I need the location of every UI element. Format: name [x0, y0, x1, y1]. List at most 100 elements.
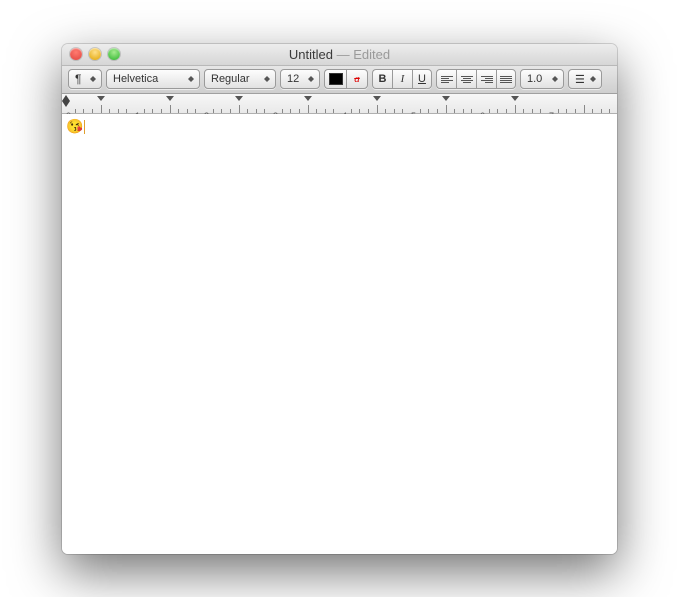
updown-icon — [89, 73, 97, 85]
ruler-tick — [402, 109, 403, 113]
minimize-button[interactable] — [89, 48, 101, 60]
ruler-tick — [144, 109, 145, 113]
updown-icon — [187, 73, 195, 85]
ruler-tick — [592, 109, 593, 113]
styles-dropdown[interactable]: ¶ — [68, 69, 102, 89]
ruler-tick — [566, 109, 567, 113]
ruler-tick — [170, 105, 171, 113]
ruler-tick — [75, 109, 76, 113]
ruler-tick — [308, 105, 309, 113]
tab-stop-marker[interactable] — [166, 96, 174, 101]
ruler-tick — [256, 109, 257, 113]
ruler-tick — [532, 109, 533, 113]
text-cursor — [84, 120, 85, 134]
ruler-tick — [558, 109, 559, 113]
text-color-button[interactable] — [324, 69, 346, 89]
ruler-tick — [489, 109, 490, 113]
document-area[interactable]: 😘 — [62, 114, 617, 554]
ruler-tick — [101, 105, 102, 113]
tab-stop-marker[interactable] — [304, 96, 312, 101]
ruler-tick — [515, 105, 516, 113]
zoom-button[interactable] — [108, 48, 120, 60]
ruler-tick — [454, 109, 455, 113]
align-center-button[interactable] — [456, 69, 476, 89]
font-size-value: 12 — [287, 73, 299, 85]
font-style-value: Regular — [211, 73, 250, 85]
highlight-color-button[interactable]: a — [346, 69, 368, 89]
align-justify-button[interactable] — [496, 69, 516, 89]
ruler-tick — [420, 109, 421, 113]
ruler-tick — [299, 109, 300, 113]
tab-stop-marker[interactable] — [442, 96, 450, 101]
tab-stop-marker[interactable] — [511, 96, 519, 101]
align-right-icon — [481, 76, 493, 83]
ruler-tick — [282, 109, 283, 113]
window-controls — [62, 48, 120, 60]
ruler-tick — [351, 109, 352, 113]
bold-button[interactable]: B — [372, 69, 392, 89]
ruler-tick — [152, 109, 153, 113]
font-style-dropdown[interactable]: Regular — [204, 69, 276, 89]
line-spacing-dropdown[interactable]: 1.0 — [520, 69, 564, 89]
updown-icon — [307, 73, 315, 85]
titlebar[interactable]: Untitled — Edited — [62, 44, 617, 66]
ruler-tick — [92, 109, 93, 113]
edited-indicator: — Edited — [333, 47, 390, 62]
ruler-tick — [316, 109, 317, 113]
window-title: Untitled — Edited — [62, 47, 617, 62]
text-content: 😘 — [66, 118, 83, 134]
color-group: a — [324, 69, 368, 89]
ruler-tick — [471, 109, 472, 113]
ruler-tick — [239, 105, 240, 113]
ruler-tick — [609, 109, 610, 113]
ruler-tick — [195, 109, 196, 113]
ruler-tick — [247, 109, 248, 113]
ruler-tick — [83, 109, 84, 113]
alignment-group — [436, 69, 516, 89]
ruler-tick — [584, 105, 585, 113]
font-family-value: Helvetica — [113, 73, 158, 85]
ruler-tick — [368, 109, 369, 113]
list-icon: ☰ — [575, 73, 585, 86]
font-family-dropdown[interactable]: Helvetica — [106, 69, 200, 89]
left-margin-marker[interactable] — [62, 95, 70, 101]
ruler-tick — [109, 109, 110, 113]
ruler-tick — [497, 109, 498, 113]
ruler-tick — [359, 109, 360, 113]
ruler-tick — [540, 109, 541, 113]
paragraph-icon: ¶ — [75, 72, 81, 86]
italic-label: I — [401, 73, 405, 85]
ruler-tick — [325, 109, 326, 113]
bold-label: B — [379, 73, 387, 85]
highlight-icon: a — [354, 73, 360, 85]
ruler[interactable]: 01234567 — [62, 94, 617, 114]
ruler-tick — [178, 109, 179, 113]
list-dropdown[interactable]: ☰ — [568, 69, 602, 89]
ruler-tick — [187, 109, 188, 113]
tab-stop-marker[interactable] — [235, 96, 243, 101]
align-left-button[interactable] — [436, 69, 456, 89]
document-name: Untitled — [289, 47, 333, 62]
ruler-tick — [394, 109, 395, 113]
ruler-tick — [446, 105, 447, 113]
tab-stop-marker[interactable] — [97, 96, 105, 101]
underline-button[interactable]: U — [412, 69, 432, 89]
ruler-tick — [126, 109, 127, 113]
close-button[interactable] — [70, 48, 82, 60]
ruler-tick — [377, 105, 378, 113]
italic-button[interactable]: I — [392, 69, 412, 89]
ruler-tick — [428, 109, 429, 113]
ruler-tick — [221, 109, 222, 113]
underline-label: U — [418, 73, 426, 85]
ruler-tick — [118, 109, 119, 113]
tab-stop-marker[interactable] — [373, 96, 381, 101]
line-spacing-value: 1.0 — [527, 73, 542, 85]
font-size-dropdown[interactable]: 12 — [280, 69, 320, 89]
align-right-button[interactable] — [476, 69, 496, 89]
ruler-tick — [463, 109, 464, 113]
align-justify-icon — [500, 76, 512, 83]
ruler-tick — [437, 109, 438, 113]
ruler-tick — [264, 109, 265, 113]
updown-icon — [551, 73, 559, 85]
ruler-tick — [506, 109, 507, 113]
